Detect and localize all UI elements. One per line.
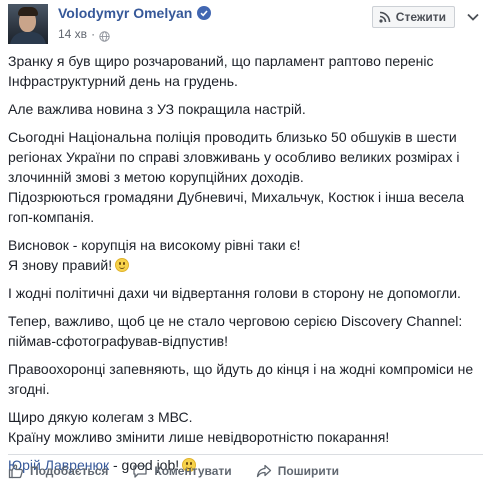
- post-header: Volodymyr Omelyan 14 хв · Стежити: [8, 4, 483, 44]
- share-button[interactable]: Поширити: [256, 463, 339, 479]
- text-line: Але важлива новина з УЗ покращила настрі…: [8, 101, 306, 117]
- like-button[interactable]: Подобається: [8, 463, 108, 479]
- follow-label: Стежити: [395, 10, 446, 24]
- author-name[interactable]: Volodymyr Omelyan: [58, 5, 192, 21]
- verified-badge-icon: [197, 6, 212, 20]
- text-line: піймав-сфотографував-відпустив!: [8, 333, 228, 349]
- text-line: І жодні політичні дахи чи відвертання го…: [8, 285, 461, 301]
- meta-separator: ·: [91, 27, 96, 41]
- thumbs-up-icon: [8, 464, 24, 479]
- text-line: згодні.: [8, 381, 50, 397]
- avatar[interactable]: [8, 4, 48, 44]
- text-line: регіонах України по справі зловживань у …: [8, 149, 460, 165]
- text-line: Підозрюються громадяни Дубневичі, Михаль…: [8, 189, 465, 205]
- smile-emoji-icon: [115, 258, 130, 272]
- paragraph: Тепер, важливо, щоб це не стало черговою…: [8, 311, 481, 351]
- post-menu-button[interactable]: [465, 10, 481, 24]
- paragraph: Правоохоронці запевняють, що йдуть до кі…: [8, 359, 481, 399]
- text-line: Зранку я був щиро розчарований, що парла…: [8, 53, 434, 69]
- speech-bubble-icon: [133, 465, 148, 478]
- share-label: Поширити: [277, 464, 339, 478]
- like-label: Подобається: [30, 464, 109, 478]
- paragraph: Висновок - корупція на високому рівні та…: [8, 235, 481, 275]
- text-line: Правоохоронці запевняють, що йдуть до кі…: [8, 361, 474, 377]
- share-arrow-icon: [256, 464, 271, 478]
- text-line-with-emoji: Я знову правий!: [8, 255, 481, 275]
- text-line: Інфраструктурний день на грудень.: [8, 73, 238, 89]
- text-line: Щиро дякую колегам з МВС.: [8, 409, 193, 425]
- post-actions: Подобається Коментувати Поширити: [8, 459, 483, 483]
- text-line: Сьогодні Національна поліція проводить б…: [8, 129, 457, 145]
- text-line: Країну можливо змінити лише невідворотні…: [8, 429, 390, 445]
- actions-divider: [8, 454, 483, 455]
- post-timestamp[interactable]: 14 хв: [58, 27, 87, 41]
- paragraph: Сьогодні Національна поліція проводить б…: [8, 127, 481, 227]
- comment-button[interactable]: Коментувати: [132, 463, 232, 479]
- paragraph: І жодні політичні дахи чи відвертання го…: [8, 283, 481, 303]
- facebook-post: Volodymyr Omelyan 14 хв · Стежити Зранку…: [0, 0, 491, 489]
- text-line: Тепер, важливо, щоб це не стало черговою…: [8, 313, 463, 329]
- text-line: злочинній змові з метою корупційних дохо…: [8, 169, 304, 185]
- author-row: Volodymyr Omelyan: [58, 5, 212, 21]
- comment-label: Коментувати: [154, 464, 232, 478]
- paragraph: Але важлива новина з УЗ покращила настрі…: [8, 99, 481, 119]
- post-body: Зранку я був щиро розчарований, що парла…: [8, 51, 481, 483]
- chevron-down-icon: [467, 13, 479, 21]
- post-meta: 14 хв ·: [58, 27, 110, 42]
- text-segment: Я знову правий!: [8, 257, 113, 273]
- follow-button[interactable]: Стежити: [371, 6, 455, 28]
- paragraph: Зранку я був щиро розчарований, що парла…: [8, 51, 481, 91]
- text-line: Висновок - корупція на високому рівні та…: [8, 237, 301, 253]
- paragraph: Щиро дякую колегам з МВС. Країну можливо…: [8, 407, 481, 447]
- rss-feed-icon: [379, 11, 391, 23]
- globe-icon[interactable]: [99, 29, 110, 42]
- text-line: гоп-компанія.: [8, 209, 95, 225]
